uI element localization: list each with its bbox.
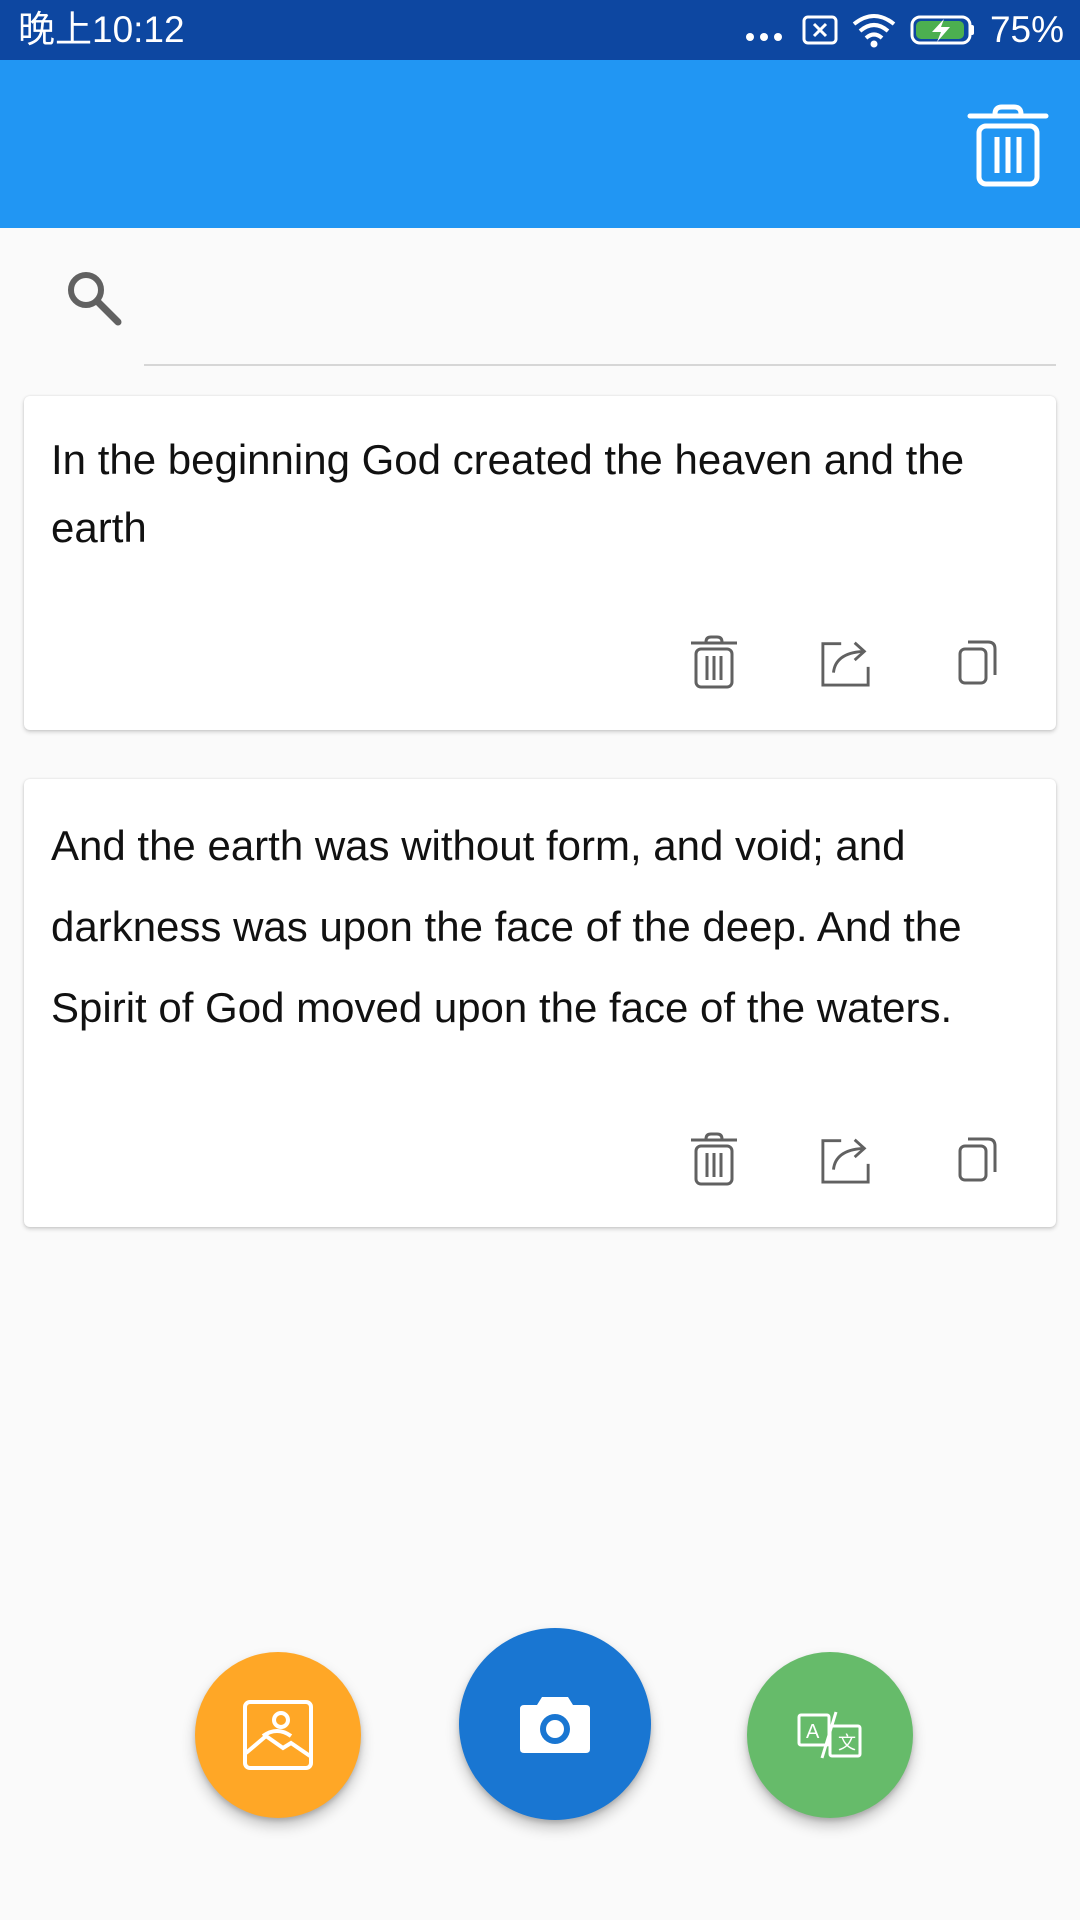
status-time: 晚上10:12 bbox=[18, 9, 185, 50]
delete-note-button[interactable] bbox=[688, 1131, 740, 1187]
note-text: In the beginning God created the heaven … bbox=[51, 436, 965, 551]
share-icon bbox=[821, 1138, 870, 1184]
copy-note-button[interactable] bbox=[952, 1131, 1004, 1187]
note-text: And the earth was without form, and void… bbox=[51, 822, 962, 1031]
app-bar bbox=[0, 60, 1080, 228]
image-icon bbox=[243, 1700, 313, 1770]
copy-icon bbox=[958, 640, 997, 685]
translate-button[interactable]: A 文 bbox=[747, 1652, 913, 1818]
share-note-button[interactable] bbox=[820, 634, 872, 690]
pick-image-button[interactable] bbox=[195, 1652, 361, 1818]
trash-icon bbox=[691, 1132, 737, 1186]
delete-note-button[interactable] bbox=[688, 634, 740, 690]
share-note-button[interactable] bbox=[820, 1131, 872, 1187]
copy-icon bbox=[958, 1137, 997, 1182]
camera-icon bbox=[520, 1697, 590, 1753]
translate-icon: A 文 bbox=[797, 1711, 862, 1759]
note-actions bbox=[688, 634, 1004, 690]
battery-charging-icon bbox=[910, 15, 974, 45]
note-card: And the earth was without form, and void… bbox=[24, 779, 1056, 1227]
status-icons: 75% bbox=[745, 8, 1064, 52]
copy-note-button[interactable] bbox=[952, 634, 1004, 690]
trash-icon bbox=[967, 104, 1049, 187]
status-bar: 晚上10:12 75% bbox=[0, 0, 1080, 60]
trash-icon bbox=[691, 635, 737, 689]
svg-text:A: A bbox=[806, 1721, 820, 1743]
camera-button[interactable] bbox=[459, 1628, 651, 1820]
wifi-icon bbox=[852, 14, 896, 48]
more-notifications-icon bbox=[745, 19, 782, 41]
clear-all-button[interactable] bbox=[962, 100, 1054, 192]
search-input[interactable] bbox=[144, 262, 1056, 366]
note-card: In the beginning God created the heaven … bbox=[24, 396, 1056, 730]
search-icon bbox=[68, 272, 122, 326]
battery-percentage: 75% bbox=[989, 9, 1064, 50]
sim-missing-icon bbox=[802, 15, 838, 45]
svg-text:文: 文 bbox=[838, 1733, 856, 1753]
note-actions bbox=[688, 1131, 1004, 1187]
share-icon bbox=[821, 641, 870, 687]
